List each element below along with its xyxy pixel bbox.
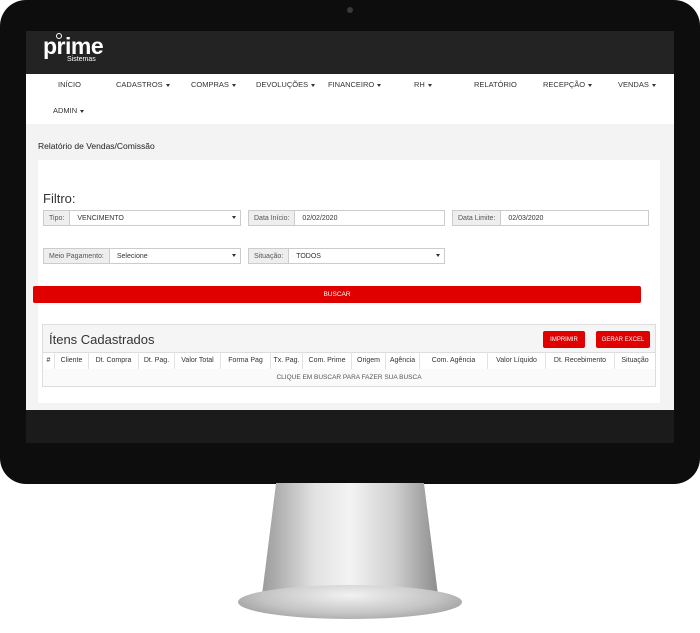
col-index: #: [43, 352, 55, 369]
nav-cadastros[interactable]: CADASTROS: [116, 80, 170, 89]
main-menu: INÍCIO CADASTROS COMPRAS DEVOLUÇÕES FINA…: [26, 74, 674, 124]
nav-label: RECEPÇÃO: [543, 80, 586, 89]
nav-label: RELATÓRIO: [474, 80, 517, 89]
results-panel: Ítens Cadastrados IMPRIMIR GERAR EXCEL #…: [42, 324, 656, 387]
chevron-down-icon: [232, 254, 236, 257]
page-title: Relatório de Vendas/Comissão: [38, 141, 155, 151]
col-situacao: Situação: [621, 357, 649, 364]
top-bar: prime Sistemas: [26, 31, 674, 74]
chevron-down-icon: [232, 216, 236, 219]
caret-down-icon: [80, 109, 85, 113]
col-tx-pag: Tx. Pag.: [271, 352, 303, 369]
logo-dot-icon: [56, 33, 62, 39]
tipo-value-wrap: VENCIMENTO: [70, 211, 240, 225]
tipo-label: Tipo:: [44, 211, 71, 225]
col-valor-total: Valor Total: [175, 352, 221, 369]
data-limite-label: Data Limite:: [453, 211, 502, 225]
empty-message: CLIQUE EM BUSCAR PARA FAZER SUA BUSCA: [43, 369, 655, 386]
tipo-value: VENCIMENTO: [77, 214, 124, 222]
monitor-stand: [262, 483, 438, 595]
situacao-value-wrap: TODOS: [289, 249, 444, 263]
caret-down-icon: [588, 83, 593, 87]
monitor-stand-base: [238, 585, 462, 619]
nav-admin[interactable]: ADMIN: [53, 106, 85, 115]
col-dt-pag: Dt. Pag.: [139, 352, 175, 369]
meio-pagamento-value-wrap: Selecione: [110, 249, 240, 263]
nav-recepcao[interactable]: RECEPÇÃO: [543, 80, 593, 89]
nav-label: DEVOLUÇÕES: [256, 80, 309, 89]
nav-financeiro[interactable]: FINANCEIRO: [328, 80, 382, 89]
col-valor-liquido: Valor Líquido: [488, 352, 546, 369]
nav-devolucoes[interactable]: DEVOLUÇÕES: [256, 80, 316, 89]
situacao-select[interactable]: Situação: TODOS: [248, 248, 445, 264]
nav-label: RH: [414, 80, 425, 89]
nav-label: VENDAS: [618, 80, 649, 89]
caret-down-icon: [427, 83, 432, 87]
meio-pagamento-label: Meio Pagamento:: [44, 249, 110, 263]
camera-icon: [347, 7, 353, 13]
col-forma-pag: Forma Pag: [221, 352, 271, 369]
brand-logo[interactable]: prime Sistemas: [43, 33, 104, 63]
col-dt-recebimento: Dt. Recebimento: [546, 352, 615, 369]
meio-pagamento-select[interactable]: Meio Pagamento: Selecione: [43, 248, 241, 264]
col-origem: Origem: [352, 352, 386, 369]
filter-heading: Filtro:: [43, 191, 76, 206]
excel-button[interactable]: GERAR EXCEL: [596, 331, 650, 348]
data-inicio-value: 02/02/2020: [302, 214, 338, 222]
caret-down-icon: [377, 83, 382, 87]
results-title: Ítens Cadastrados: [49, 332, 155, 347]
print-button[interactable]: IMPRIMIR: [543, 331, 585, 348]
data-limite-value: 02/03/2020: [508, 214, 544, 222]
situacao-label: Situação:: [249, 249, 290, 263]
app-screen: prime Sistemas INÍCIO CADASTROS COMPRAS …: [26, 31, 674, 410]
nav-label: FINANCEIRO: [328, 80, 375, 89]
col-com-prime: Com. Prime: [303, 352, 352, 369]
situacao-value: TODOS: [296, 252, 321, 260]
meio-pagamento-value: Selecione: [116, 252, 148, 260]
nav-label: INÍCIO: [58, 80, 81, 89]
table-header: # Cliente Dt. Compra Dt. Pag. Valor Tota…: [43, 352, 655, 370]
brand-subtitle: Sistemas: [67, 56, 96, 63]
caret-down-icon: [231, 83, 236, 87]
monitor-chin: [26, 410, 674, 443]
data-inicio-field[interactable]: Data Início: 02/02/2020: [248, 210, 445, 226]
nav-compras[interactable]: COMPRAS: [191, 80, 236, 89]
nav-inicio[interactable]: INÍCIO: [58, 80, 81, 89]
data-inicio-label: Data Início:: [249, 211, 296, 225]
search-button[interactable]: BUSCAR: [33, 286, 641, 303]
nav-label: CADASTROS: [116, 80, 163, 89]
col-agencia: Agência: [386, 352, 420, 369]
nav-rh[interactable]: RH: [414, 80, 432, 89]
tipo-select[interactable]: Tipo: VENCIMENTO: [43, 210, 241, 226]
caret-down-icon: [311, 83, 316, 87]
col-dt-compra: Dt. Compra: [89, 352, 139, 369]
col-cliente: Cliente: [55, 352, 89, 369]
caret-down-icon: [651, 83, 656, 87]
brand-name: prime: [43, 33, 104, 59]
nav-relatorio[interactable]: RELATÓRIO: [474, 80, 517, 89]
caret-down-icon: [165, 83, 170, 87]
chevron-down-icon: [436, 254, 440, 257]
nav-label: ADMIN: [53, 106, 78, 115]
results-header: Ítens Cadastrados IMPRIMIR GERAR EXCEL: [43, 325, 655, 353]
nav-vendas[interactable]: VENDAS: [618, 80, 656, 89]
data-limite-field[interactable]: Data Limite: 02/03/2020: [452, 210, 649, 226]
col-com-agencia: Com. Agência: [420, 352, 488, 369]
nav-label: COMPRAS: [191, 80, 229, 89]
